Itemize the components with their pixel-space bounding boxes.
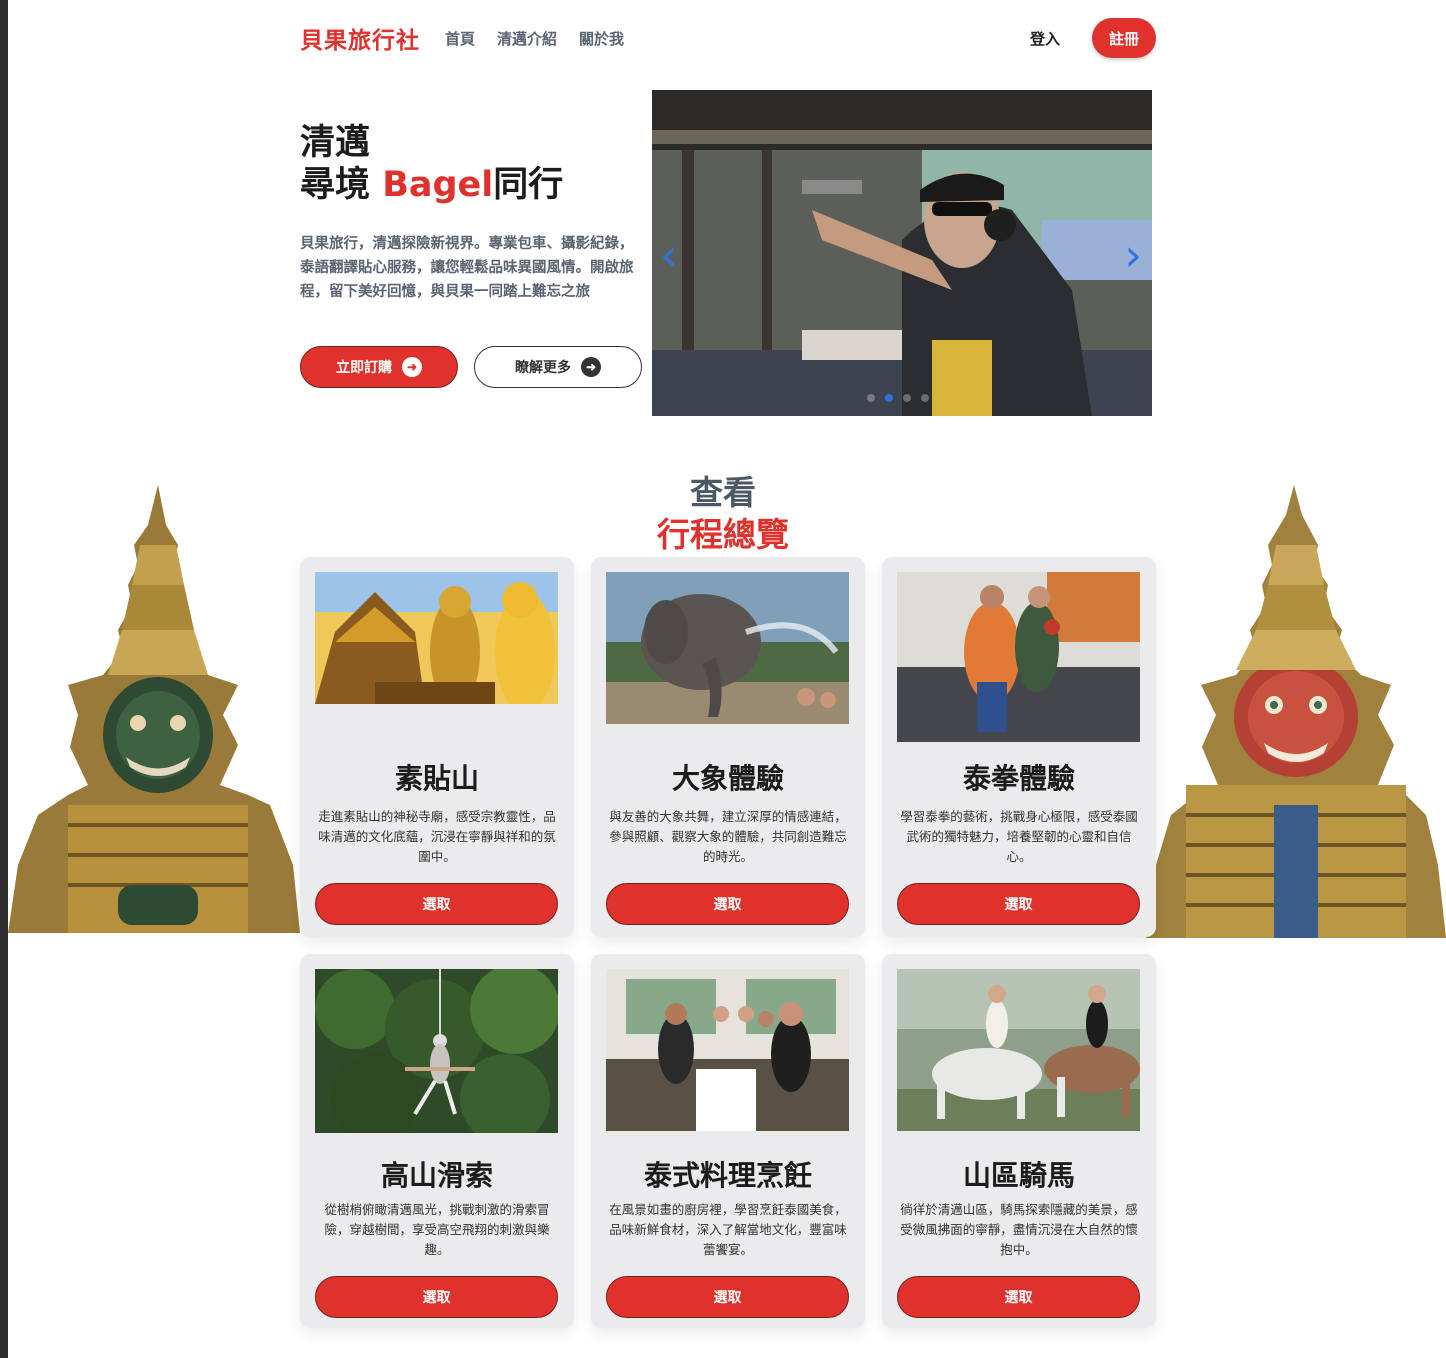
tour-card-thai-cooking: 泰式料理烹飪 在風景如畫的廚房裡，學習烹飪泰國美食，品味新鮮食材，深入了解當地文… <box>591 954 865 1328</box>
card-image-muay-thai <box>897 572 1140 742</box>
select-button[interactable]: 選取 <box>315 883 558 925</box>
select-button[interactable]: 選取 <box>315 1276 558 1318</box>
hero-title-accent: Bagel <box>382 165 494 205</box>
carousel-dot[interactable] <box>903 394 911 402</box>
left-guardian-statue-image <box>8 485 300 933</box>
hero-carousel: ‹ › <box>652 90 1152 416</box>
hero-description: 貝果旅行，清邁探險新視界。專業包車、攝影紀錄，泰語翻譯貼心服務，讓您輕鬆品味異國… <box>300 236 634 300</box>
card-description: 徜徉於清邁山區，騎馬探索隱藏的美景，感受微風拂面的寧靜，盡情沉浸在大自然的懷抱中… <box>900 1202 1138 1257</box>
hero-title-part-b: 同行 <box>493 165 564 205</box>
carousel-dot[interactable] <box>867 394 875 402</box>
order-now-button[interactable]: 立即訂購 ➜ <box>300 346 458 388</box>
select-button[interactable]: 選取 <box>897 883 1140 925</box>
card-title: 山區騎馬 <box>962 1159 1075 1192</box>
hero-text: 清邁 尋境 Bagel同行 貝果旅行，清邁探險新視界。專業包車、攝影紀錄，泰語翻… <box>300 122 645 304</box>
nav-link-about[interactable]: 關於我 <box>579 28 624 49</box>
brand-logo[interactable]: 貝果旅行社 <box>300 21 420 55</box>
card-title: 大象體驗 <box>671 762 784 795</box>
select-button[interactable]: 選取 <box>606 1276 849 1318</box>
order-now-label: 立即訂購 <box>336 359 392 375</box>
nav-auth: 登入 註冊 <box>1030 18 1156 58</box>
card-title: 高山滑索 <box>380 1159 493 1192</box>
hero-title: 清邁 尋境 Bagel同行 <box>300 122 645 206</box>
card-title: 泰式料理烹飪 <box>643 1159 812 1192</box>
carousel-dot-active[interactable] <box>885 394 893 402</box>
hero-title-part-a: 尋境 <box>300 165 383 205</box>
hero-title-line1: 清邁 <box>300 123 371 163</box>
card-image-zipline <box>315 969 558 1133</box>
tour-card-zipline: 高山滑索 從樹梢俯瞰清邁風光，挑戰刺激的滑索冒險，穿越樹間，享受高空飛翔的刺激與… <box>300 954 574 1328</box>
arrow-right-circle-icon: ➜ <box>581 357 601 377</box>
nav-links: 首頁 清邁介紹 關於我 <box>445 28 624 49</box>
hero-title-line2: 尋境 Bagel同行 <box>300 164 645 206</box>
window-left-edge <box>0 0 8 1358</box>
card-description: 走進素貼山的神秘寺廟，感受宗教靈性，品味清邁的文化底蘊，沉浸在寧靜與祥和的氛圍中… <box>318 809 556 864</box>
card-image-cooking-class <box>606 969 849 1131</box>
carousel-next-arrow[interactable]: › <box>1124 230 1142 281</box>
top-navbar: 貝果旅行社 首頁 清邁介紹 關於我 登入 註冊 <box>300 18 1156 58</box>
nav-link-chiangmai-intro[interactable]: 清邁介紹 <box>497 28 557 49</box>
right-guardian-statue-image <box>1146 485 1446 938</box>
tour-card-muay-thai: 泰拳體驗 學習泰拳的藝術，挑戰身心極限，感受泰國武術的獨特魅力，培養堅韌的心靈和… <box>882 557 1156 937</box>
tour-card-doi-suthep: 素貼山 走進素貼山的神秘寺廟，感受宗教靈性，品味清邁的文化底蘊，沉浸在寧靜與祥和… <box>300 557 574 937</box>
carousel-dots <box>867 394 929 402</box>
select-button[interactable]: 選取 <box>606 883 849 925</box>
card-image-golden-temple <box>315 572 558 704</box>
carousel-prev-arrow[interactable]: ‹ <box>660 230 678 281</box>
carousel-slide-image <box>652 90 1152 416</box>
card-image-elephant <box>606 572 849 724</box>
login-link[interactable]: 登入 <box>1030 28 1060 49</box>
signup-button[interactable]: 註冊 <box>1092 18 1156 58</box>
card-description: 學習泰拳的藝術，挑戰身心極限，感受泰國武術的獨特魅力，培養堅韌的心靈和自信心。 <box>900 809 1138 864</box>
tour-card-elephant: 大象體驗 與友善的大象共舞，建立深厚的情感連結，參與照顧、觀察大象的體驗，共同創… <box>591 557 865 937</box>
arrow-right-circle-icon: ➜ <box>402 357 422 377</box>
card-description: 在風景如畫的廚房裡，學習烹飪泰國美食，品味新鮮食材，深入了解當地文化，豐富味蕾饗… <box>609 1202 847 1257</box>
card-description: 與友善的大象共舞，建立深厚的情感連結，參與照顧、觀察大象的體驗，共同創造難忘的時… <box>609 809 847 864</box>
carousel-dot[interactable] <box>921 394 929 402</box>
card-title: 泰拳體驗 <box>962 762 1075 795</box>
card-image-horse-riding <box>897 969 1140 1131</box>
tour-card-horse-riding: 山區騎馬 徜徉於清邁山區，騎馬探索隱藏的美景，感受微風拂面的寧靜，盡情沉浸在大自… <box>882 954 1156 1328</box>
select-button[interactable]: 選取 <box>897 1276 1140 1318</box>
card-title: 素貼山 <box>394 762 479 795</box>
card-description: 從樹梢俯瞰清邁風光，挑戰刺激的滑索冒險，穿越樹間，享受高空飛翔的刺激與樂趣。 <box>324 1202 550 1257</box>
nav-link-home[interactable]: 首頁 <box>445 28 475 49</box>
hero-buttons: 立即訂購 ➜ 瞭解更多 ➜ <box>300 346 642 388</box>
learn-more-label: 瞭解更多 <box>515 359 571 375</box>
learn-more-button[interactable]: 瞭解更多 ➜ <box>474 346 642 388</box>
